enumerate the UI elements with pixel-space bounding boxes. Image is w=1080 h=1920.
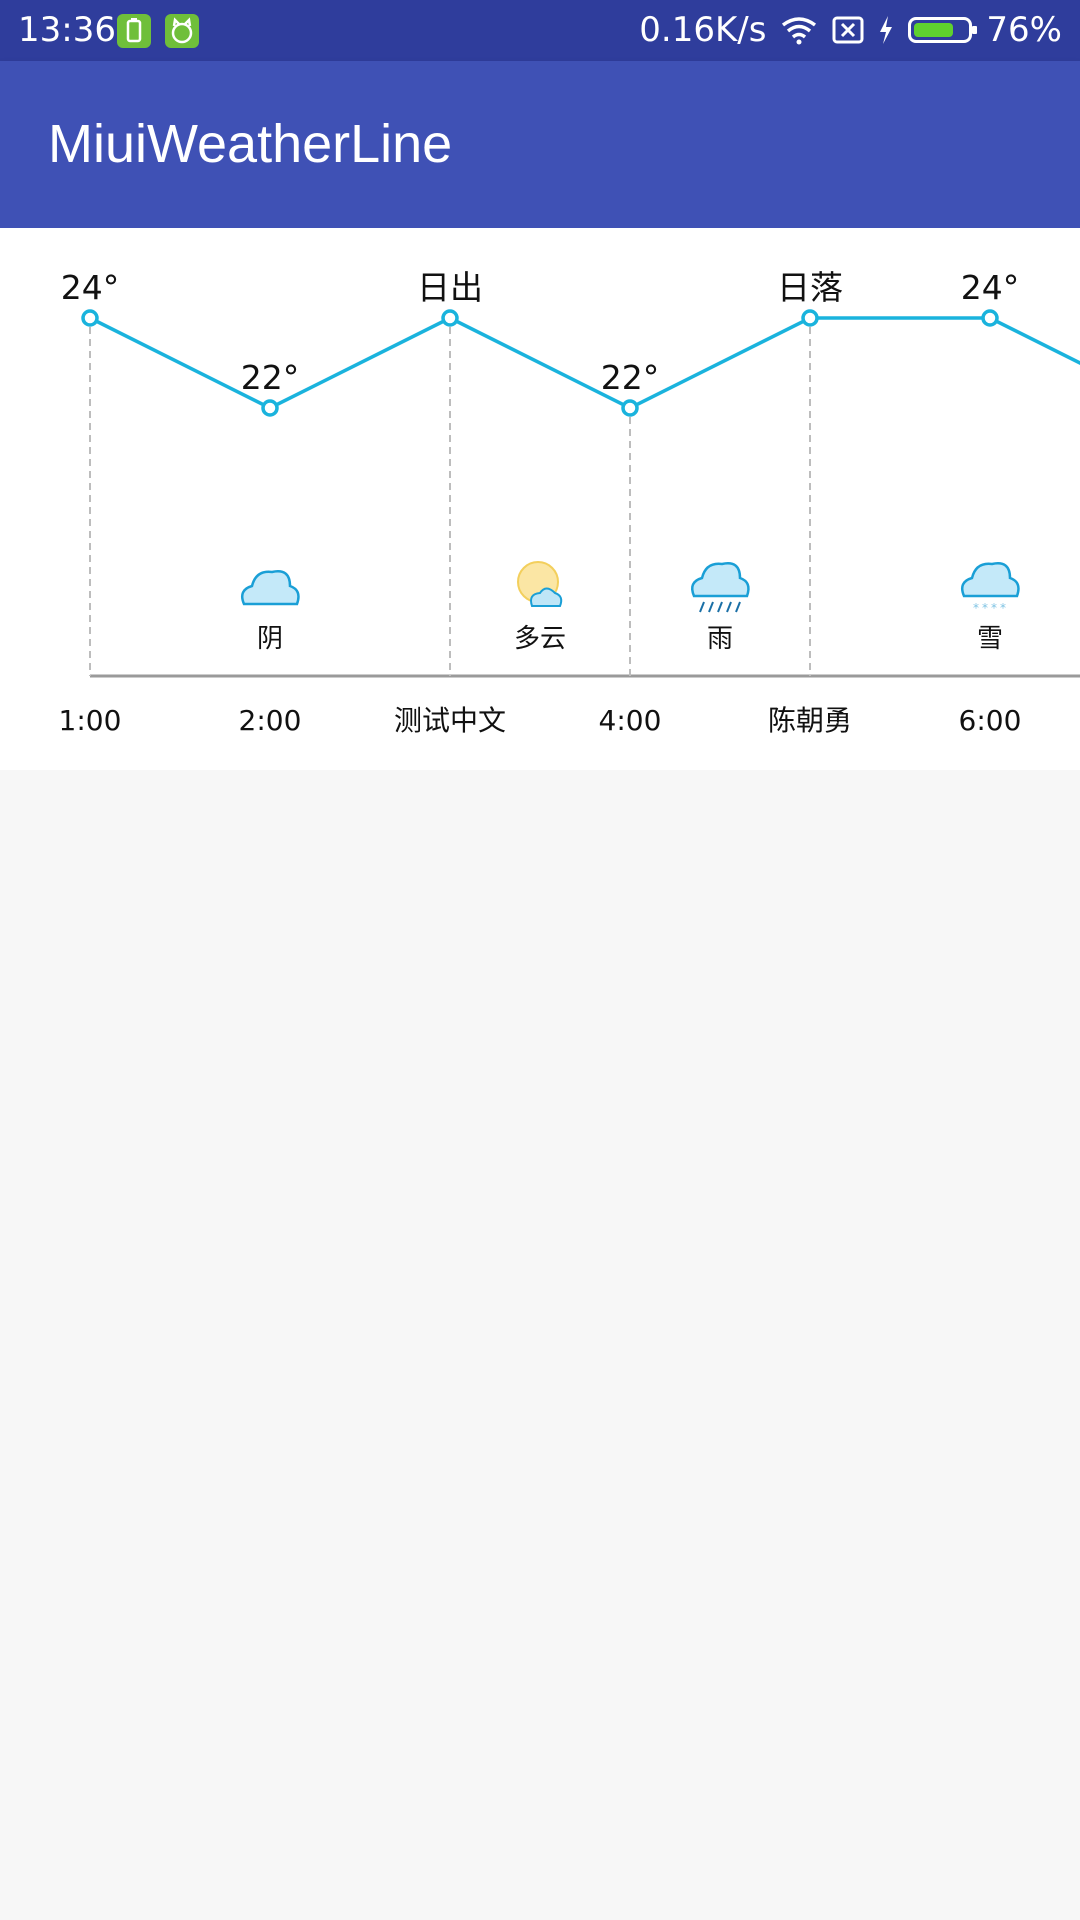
wifi-icon bbox=[782, 17, 817, 45]
weather-condition-label: 雨 bbox=[707, 624, 733, 654]
app-bar: MiuiWeatherLine bbox=[0, 61, 1080, 228]
cloud-shape bbox=[241, 570, 300, 606]
temperature-line bbox=[89, 316, 1080, 410]
battery-fill bbox=[914, 23, 953, 37]
point-label: 24° bbox=[61, 268, 120, 307]
weather-condition-label: 雪 bbox=[977, 624, 1003, 654]
android-cat-icon bbox=[165, 14, 199, 48]
cloud-shape bbox=[691, 562, 750, 598]
weather-line-chart[interactable]: 24° 1:00 22° 2:00 日出测试中文 22° 4:00 日落陈朝勇 24° 6:00 阴… bbox=[0, 228, 1080, 770]
chart-canvas: 24° 1:00 22° 2:00 日出测试中文 22° 4:00 日落陈朝勇 24° 6:00 阴… bbox=[59, 268, 1080, 737]
weather-condition-label: 阴 bbox=[257, 624, 283, 654]
weather-condition-label: 多云 bbox=[514, 624, 566, 654]
partly-cloudy-icon bbox=[517, 561, 563, 607]
empty-content-area bbox=[0, 770, 1080, 1920]
snowflake: * bbox=[991, 601, 997, 615]
battery-app-icon bbox=[117, 14, 151, 48]
snow-cloud-icon: * * * * bbox=[961, 562, 1020, 615]
point-label: 24° bbox=[961, 268, 1020, 307]
status-right: 0.16K/s 76% bbox=[639, 8, 1062, 52]
time-label: 陈朝勇 bbox=[768, 704, 852, 737]
data-point bbox=[261, 399, 279, 417]
app-title: MiuiWeatherLine bbox=[48, 114, 453, 174]
data-point bbox=[801, 309, 819, 327]
status-bar: 13:36 0.16K/s 76% bbox=[0, 0, 1080, 61]
cloud-icon bbox=[241, 570, 300, 606]
data-point bbox=[81, 309, 99, 327]
rain-drop bbox=[699, 601, 705, 613]
net-speed: 0.16K/s bbox=[639, 10, 767, 50]
battery-percent: 76% bbox=[986, 10, 1062, 50]
cloud-shape bbox=[961, 562, 1020, 598]
rain-drop bbox=[708, 601, 714, 613]
rain-cloud-icon bbox=[691, 562, 750, 613]
battery-icon bbox=[908, 17, 978, 43]
time-label: 1:00 bbox=[59, 704, 122, 737]
time-label: 测试中文 bbox=[394, 704, 506, 737]
time-label: 2:00 bbox=[239, 704, 302, 737]
point-label: 22° bbox=[601, 358, 660, 397]
data-point bbox=[621, 399, 639, 417]
rain-drop bbox=[717, 601, 723, 613]
charging-icon bbox=[880, 16, 893, 44]
snowflake: * bbox=[982, 601, 988, 615]
rain-drop bbox=[735, 601, 741, 613]
point-label: 日落 bbox=[777, 268, 843, 307]
status-time: 13:36 bbox=[18, 10, 116, 50]
point-label: 22° bbox=[241, 358, 300, 397]
data-point bbox=[441, 309, 459, 327]
time-label: 4:00 bbox=[599, 704, 662, 737]
no-sim-icon bbox=[832, 16, 864, 44]
point-label: 日出 bbox=[417, 268, 483, 307]
rain-drop bbox=[726, 601, 732, 613]
data-point bbox=[981, 309, 999, 327]
time-label: 6:00 bbox=[959, 704, 1022, 737]
snowflake: * bbox=[973, 601, 979, 615]
snowflake: * bbox=[1000, 601, 1006, 615]
